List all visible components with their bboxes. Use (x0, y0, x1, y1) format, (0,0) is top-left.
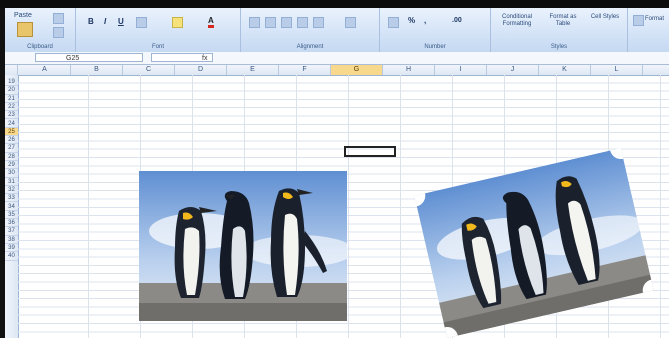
row-header-19[interactable]: 19 (5, 78, 18, 87)
column-header-h[interactable]: H (383, 65, 435, 75)
row-header-20[interactable]: 20 (5, 86, 18, 95)
row-header-34[interactable]: 34 (5, 203, 18, 211)
comma-style-button[interactable]: , (424, 16, 426, 25)
row-header-33[interactable]: 33 (5, 194, 18, 203)
number-group-label: Number (424, 44, 446, 50)
select-all-corner[interactable] (5, 65, 18, 75)
title-bar (0, 0, 669, 8)
row-header-23[interactable]: 23 (5, 111, 18, 120)
column-header-c[interactable]: C (123, 65, 175, 75)
format-button[interactable]: Format (645, 16, 664, 22)
alignment-group: Alignment (241, 8, 380, 52)
currency-format-icon[interactable] (388, 17, 399, 28)
fill-color-icon[interactable] (172, 17, 183, 28)
underline-button[interactable]: U (118, 17, 124, 26)
clipboard-group-label: Clipboard (27, 44, 53, 50)
row-header-22[interactable]: 22 (5, 103, 18, 112)
italic-button[interactable]: I (104, 17, 106, 26)
row-header-24[interactable]: 24 (5, 120, 18, 128)
font-group-label: Font (151, 44, 164, 50)
cells-group: Format (628, 8, 669, 52)
row-header-29[interactable]: 29 (5, 161, 18, 170)
column-header-i[interactable]: I (435, 65, 487, 75)
column-header-d[interactable]: D (175, 65, 227, 75)
increase-indent-icon[interactable] (313, 17, 324, 28)
row-header-30[interactable]: 30 (5, 169, 18, 178)
row-header-37[interactable]: 37 (5, 227, 18, 236)
font-group: B I U A Font (76, 8, 241, 52)
column-header-g[interactable]: G (331, 65, 383, 75)
row-header-38[interactable]: 38 (5, 236, 18, 244)
row-header-31[interactable]: 31 (5, 178, 18, 186)
column-header-j[interactable]: J (487, 65, 539, 75)
decrease-indent-icon[interactable] (297, 17, 308, 28)
column-header-l[interactable]: L (591, 65, 643, 75)
paste-icon[interactable] (17, 22, 33, 37)
column-header-f[interactable]: F (279, 65, 331, 75)
insert-function-button[interactable]: fx (151, 53, 213, 62)
styles-group-label: Styles (550, 44, 568, 50)
number-group: % , .00 Number (380, 8, 491, 52)
alignment-group-label: Alignment (296, 44, 324, 50)
merge-center-icon[interactable] (345, 17, 356, 28)
column-header-k[interactable]: K (539, 65, 591, 75)
excel-window: Paste Clipboard B I U A Font Alignment %… (0, 0, 669, 338)
bold-button[interactable]: B (88, 17, 94, 26)
ribbon: Paste Clipboard B I U A Font Alignment %… (5, 8, 669, 53)
row-header-27[interactable]: 27 (5, 144, 18, 153)
cell-styles-button[interactable]: Cell Styles (589, 14, 621, 21)
row-header-28[interactable]: 28 (5, 153, 18, 161)
format-cells-icon[interactable] (633, 15, 644, 26)
align-left-icon[interactable] (249, 17, 260, 28)
formula-bar: G25 fx (5, 52, 669, 65)
align-center-icon[interactable] (265, 17, 276, 28)
row-header-36[interactable]: 36 (5, 219, 18, 228)
percent-style-button[interactable]: % (408, 16, 415, 25)
row-header-21[interactable]: 21 (5, 95, 18, 103)
row-header-26[interactable]: 26 (5, 136, 18, 145)
cut-icon[interactable] (53, 13, 64, 24)
row-header-35[interactable]: 35 (5, 211, 18, 220)
row-header-40[interactable]: 40 (5, 252, 18, 261)
format-as-table-button[interactable]: Format as Table (543, 14, 583, 28)
row-headers: 19 20 21 22 23 24 25 26 27 28 29 30 31 32 33 34 35 36 37 38… (5, 75, 19, 338)
row-header-32[interactable]: 32 (5, 186, 18, 195)
styles-group: Conditional Formatting Format as Table C… (491, 8, 628, 52)
row-header-25[interactable]: 25 (5, 127, 18, 137)
penguin-picture[interactable] (139, 171, 347, 321)
penguins-image (139, 171, 347, 321)
align-right-icon[interactable] (281, 17, 292, 28)
conditional-formatting-button[interactable]: Conditional Formatting (495, 14, 539, 28)
increase-decimal-button[interactable]: .00 (452, 17, 462, 24)
row-header-39[interactable]: 39 (5, 244, 18, 253)
format-painter-icon[interactable] (53, 27, 64, 38)
clipboard-group: Paste Clipboard (5, 8, 76, 52)
font-color-icon[interactable]: A (208, 16, 214, 28)
name-box[interactable]: G25 (35, 53, 143, 62)
column-header-a[interactable]: A (19, 65, 71, 75)
active-cell[interactable] (344, 146, 396, 157)
column-header-b[interactable]: B (71, 65, 123, 75)
column-header-e[interactable]: E (227, 65, 279, 75)
borders-icon[interactable] (136, 17, 147, 28)
paste-button[interactable]: Paste (14, 12, 32, 19)
